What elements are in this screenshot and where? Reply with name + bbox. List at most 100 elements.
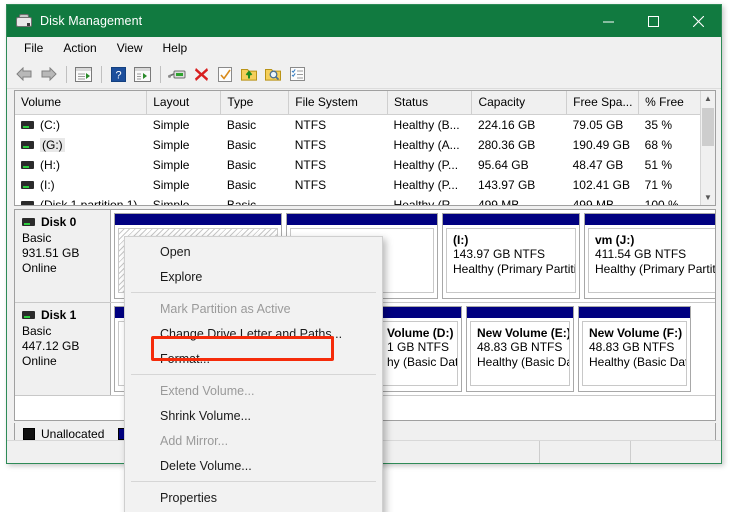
menu-item-help[interactable]: Help: [154, 39, 197, 57]
partition-color-bar: [115, 214, 281, 225]
close-icon[interactable]: [676, 5, 721, 37]
column-header-type[interactable]: Type: [220, 91, 290, 115]
cell-volume: (H:): [15, 155, 147, 175]
volume-list-scrollbar[interactable]: ▲ ▼: [700, 91, 715, 205]
unallocated-swatch-icon: [23, 427, 35, 440]
folder-up-icon[interactable]: [238, 63, 260, 85]
column-header-volume[interactable]: Volume: [15, 91, 148, 115]
show-hide-action-pane-icon[interactable]: [131, 63, 153, 85]
table-header-row: Volume Layout Type File System Status Ca…: [15, 91, 703, 115]
volume-label: (I:): [40, 178, 55, 192]
context-menu-item[interactable]: Delete Volume...: [125, 453, 382, 478]
partition-name: Volume (D:): [387, 326, 454, 340]
maximize-icon[interactable]: [631, 5, 676, 37]
column-header-free-space[interactable]: Free Spa...: [566, 91, 640, 115]
cell-percent-free: 68 %: [644, 138, 672, 152]
menu-item-action[interactable]: Action: [54, 39, 105, 57]
context-menu-item: Extend Volume...: [160, 383, 255, 398]
back-arrow-icon[interactable]: [13, 63, 35, 85]
context-menu-separator: [131, 374, 376, 375]
partition-status: Healthy (Basic Dat: [589, 355, 687, 369]
volume-label: (H:): [40, 158, 60, 172]
table-row[interactable]: (G:) Simple Basic NTFS Healthy (A... 280.36 G…: [15, 135, 703, 155]
partition-size: 1 GB NTFS: [387, 340, 450, 354]
check-icon[interactable]: [214, 63, 236, 85]
partition-block[interactable]: New Volume (E:) 48.83 GB NTFS Healthy (Bas…: [466, 306, 574, 392]
toolbar: ?: [7, 60, 721, 89]
partition-block[interactable]: vm (J:) 411.54 GB NTFS Healthy (Primary Pa…: [584, 213, 716, 299]
disk-name: Disk 0: [41, 215, 77, 229]
properties-icon[interactable]: [166, 63, 188, 85]
partition-status: Healthy (Primary Partitio: [453, 262, 576, 276]
column-header-file-system[interactable]: File System: [288, 91, 389, 115]
disk-info-panel[interactable]: Disk 0 Basic 931.51 GB Online: [15, 210, 111, 302]
cell-capacity: 143.97 GB: [477, 178, 536, 192]
partition-block[interactable]: New Volume (F:) 48.83 GB NTFS Healthy (Bas…: [578, 306, 691, 392]
cell-free-space: 190.49 GB: [572, 138, 630, 152]
context-menu-item[interactable]: Explore: [125, 264, 382, 289]
cell-layout: Simple: [152, 118, 190, 132]
cell-file-system: NTFS: [294, 138, 327, 152]
partition-block[interactable]: (I:) 143.97 GB NTFS Healthy (Primary Parti…: [442, 213, 580, 299]
cell-layout: Simple: [152, 138, 190, 152]
column-header-status[interactable]: Status: [387, 91, 473, 115]
status-segment-4: [631, 441, 721, 463]
volume-list[interactable]: Volume Layout Type File System Status Ca…: [14, 90, 716, 206]
scrollbar-thumb[interactable]: [702, 108, 714, 146]
partition-size: 411.54 GB NTFS: [595, 247, 687, 261]
context-menu-item: Mark Partition as Active: [160, 301, 291, 316]
partition-name: vm (J:): [595, 233, 635, 247]
svg-text:?: ?: [115, 69, 121, 81]
context-menu-item[interactable]: Change Drive Letter and Paths...: [125, 321, 382, 346]
minimize-icon[interactable]: [586, 5, 631, 37]
delete-icon[interactable]: [190, 63, 212, 85]
context-menu-item[interactable]: Shrink Volume...: [125, 403, 382, 428]
table-row[interactable]: (H:) Simple Basic NTFS Healthy (P... 95.64 GB…: [15, 155, 703, 175]
toolbar-separator: [101, 65, 102, 83]
disk-title: Disk 0: [22, 215, 110, 229]
partition-status: hy (Basic Data: [387, 355, 458, 369]
disk-info-panel[interactable]: Disk 1 Basic 447.12 GB Online: [15, 303, 111, 395]
partition-details: (I:) 143.97 GB NTFS Healthy (Primary Parti…: [446, 228, 576, 293]
disk-status: Online: [22, 354, 57, 368]
scroll-up-icon[interactable]: ▲: [701, 91, 715, 106]
cell-free-space: 102.41 GB: [572, 178, 630, 192]
cell-file-system: NTFS: [294, 158, 327, 172]
disk-type: Basic: [22, 231, 52, 245]
search-folder-icon[interactable]: [262, 63, 284, 85]
context-menu-item[interactable]: Format...: [125, 346, 382, 371]
partition-status: Healthy (Primary Partition): [595, 262, 716, 276]
partition-block[interactable]: Volume (D:) 1 GB NTFS hy (Basic Data: [376, 306, 462, 392]
forward-arrow-icon[interactable]: [37, 63, 59, 85]
cell-layout: Simple: [152, 158, 190, 172]
cell-volume: (G:): [15, 135, 147, 155]
cell-status: Healthy (P...: [393, 158, 459, 172]
show-hide-console-tree-icon[interactable]: [72, 63, 94, 85]
menu-item-view[interactable]: View: [108, 39, 152, 57]
scroll-down-icon[interactable]: ▼: [701, 190, 715, 205]
context-menu-item[interactable]: Open: [125, 239, 382, 264]
window-controls: [586, 5, 721, 37]
column-header-layout[interactable]: Layout: [146, 91, 222, 115]
table-row[interactable]: (C:) Simple Basic NTFS Healthy (B... 224.16 G…: [15, 115, 703, 136]
disk-icon: [22, 218, 35, 226]
menu-item-file[interactable]: File: [15, 39, 52, 57]
partition-size: 48.83 GB NTFS: [477, 340, 563, 354]
partition-context-menu[interactable]: Open Explore Mark Partition as Active Chang…: [124, 236, 383, 512]
partition-color-bar: [287, 214, 437, 225]
list-icon[interactable]: [286, 63, 308, 85]
cell-layout: Simple: [152, 198, 190, 206]
table-row[interactable]: (Disk 1 partition 1) Simple Basic Healthy (…: [15, 195, 703, 206]
table-row[interactable]: (I:) Simple Basic NTFS Healthy (P... 143.97 G…: [15, 175, 703, 195]
cell-free-space: 79.05 GB: [572, 118, 624, 132]
context-menu-item[interactable]: Properties: [125, 485, 382, 510]
column-header-capacity[interactable]: Capacity: [471, 91, 568, 115]
column-header-percent-free[interactable]: % Free: [638, 91, 703, 115]
partition-color-bar: [579, 307, 690, 318]
disk-status: Online: [22, 261, 57, 275]
cell-type: Basic: [226, 178, 257, 192]
volume-label: (C:): [40, 118, 60, 132]
disk-size: 447.12 GB: [22, 339, 80, 353]
help-icon[interactable]: ?: [107, 63, 129, 85]
cell-status: Healthy (P...: [393, 178, 459, 192]
